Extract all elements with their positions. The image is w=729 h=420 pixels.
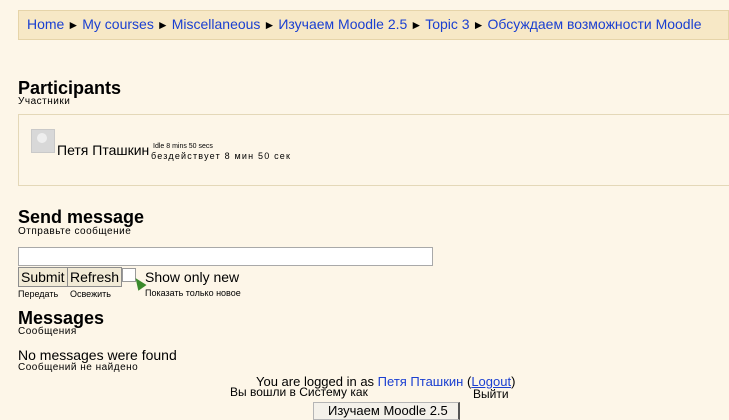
breadcrumb-separator: ► bbox=[472, 18, 485, 32]
breadcrumb-separator: ► bbox=[156, 18, 169, 32]
messages-subtitle: Сообщения bbox=[18, 326, 77, 337]
participants-subtitle: Участники bbox=[18, 96, 71, 107]
user-profile-link[interactable]: Петя Пташкин bbox=[378, 374, 464, 389]
participant-idle-ru: бездействует 8 мин 50 сек bbox=[151, 151, 292, 161]
messages-title: Messages bbox=[18, 308, 105, 328]
avatar[interactable] bbox=[31, 129, 55, 153]
breadcrumb-topic[interactable]: Topic 3 bbox=[425, 16, 469, 32]
show-only-new-label[interactable]: Show only new bbox=[145, 269, 239, 285]
breadcrumb: Home ► My courses ► Miscellaneous ► Изучаем Mo… bbox=[18, 10, 729, 40]
breadcrumb-course[interactable]: Изучаем Moodle 2.5 bbox=[278, 16, 407, 32]
refresh-button-sub: Освежить bbox=[70, 289, 111, 299]
participants-title: Participants bbox=[18, 78, 122, 98]
participant-idle: Idle 8 mins 50 secs bbox=[153, 143, 213, 150]
course-home-button[interactable]: Изучаем Moodle 2.5 bbox=[313, 402, 460, 420]
breadcrumb-my-courses[interactable]: My courses bbox=[82, 16, 154, 32]
breadcrumb-separator: ► bbox=[410, 18, 423, 32]
breadcrumb-miscellaneous[interactable]: Miscellaneous bbox=[172, 16, 261, 32]
login-info-ru: Вы вошли в Систему как bbox=[230, 385, 368, 399]
breadcrumb-separator: ► bbox=[263, 18, 276, 32]
refresh-button[interactable]: Refresh bbox=[67, 267, 123, 287]
show-only-new-sub: Показать только новое bbox=[145, 288, 241, 298]
no-messages-text: No messages were found bbox=[18, 347, 177, 363]
message-input[interactable] bbox=[18, 247, 433, 266]
participant-name[interactable]: Петя Пташкин bbox=[57, 142, 149, 158]
no-messages-text-ru: Сообщений не найдено bbox=[18, 362, 139, 373]
send-message-subtitle: Отправьте сообщение bbox=[18, 226, 132, 237]
submit-button[interactable]: Submit bbox=[18, 267, 68, 287]
breadcrumb-separator: ► bbox=[67, 18, 80, 32]
participants-list: Петя Пташкин Idle 8 mins 50 secs бездейс… bbox=[18, 114, 729, 186]
submit-button-sub: Передать bbox=[18, 289, 59, 299]
logout-ru: Выйти bbox=[473, 387, 509, 401]
send-message-title: Send message bbox=[18, 207, 145, 227]
breadcrumb-home[interactable]: Home bbox=[27, 16, 64, 32]
breadcrumb-chat[interactable]: Обсуждаем возможности Moodle bbox=[487, 16, 701, 32]
